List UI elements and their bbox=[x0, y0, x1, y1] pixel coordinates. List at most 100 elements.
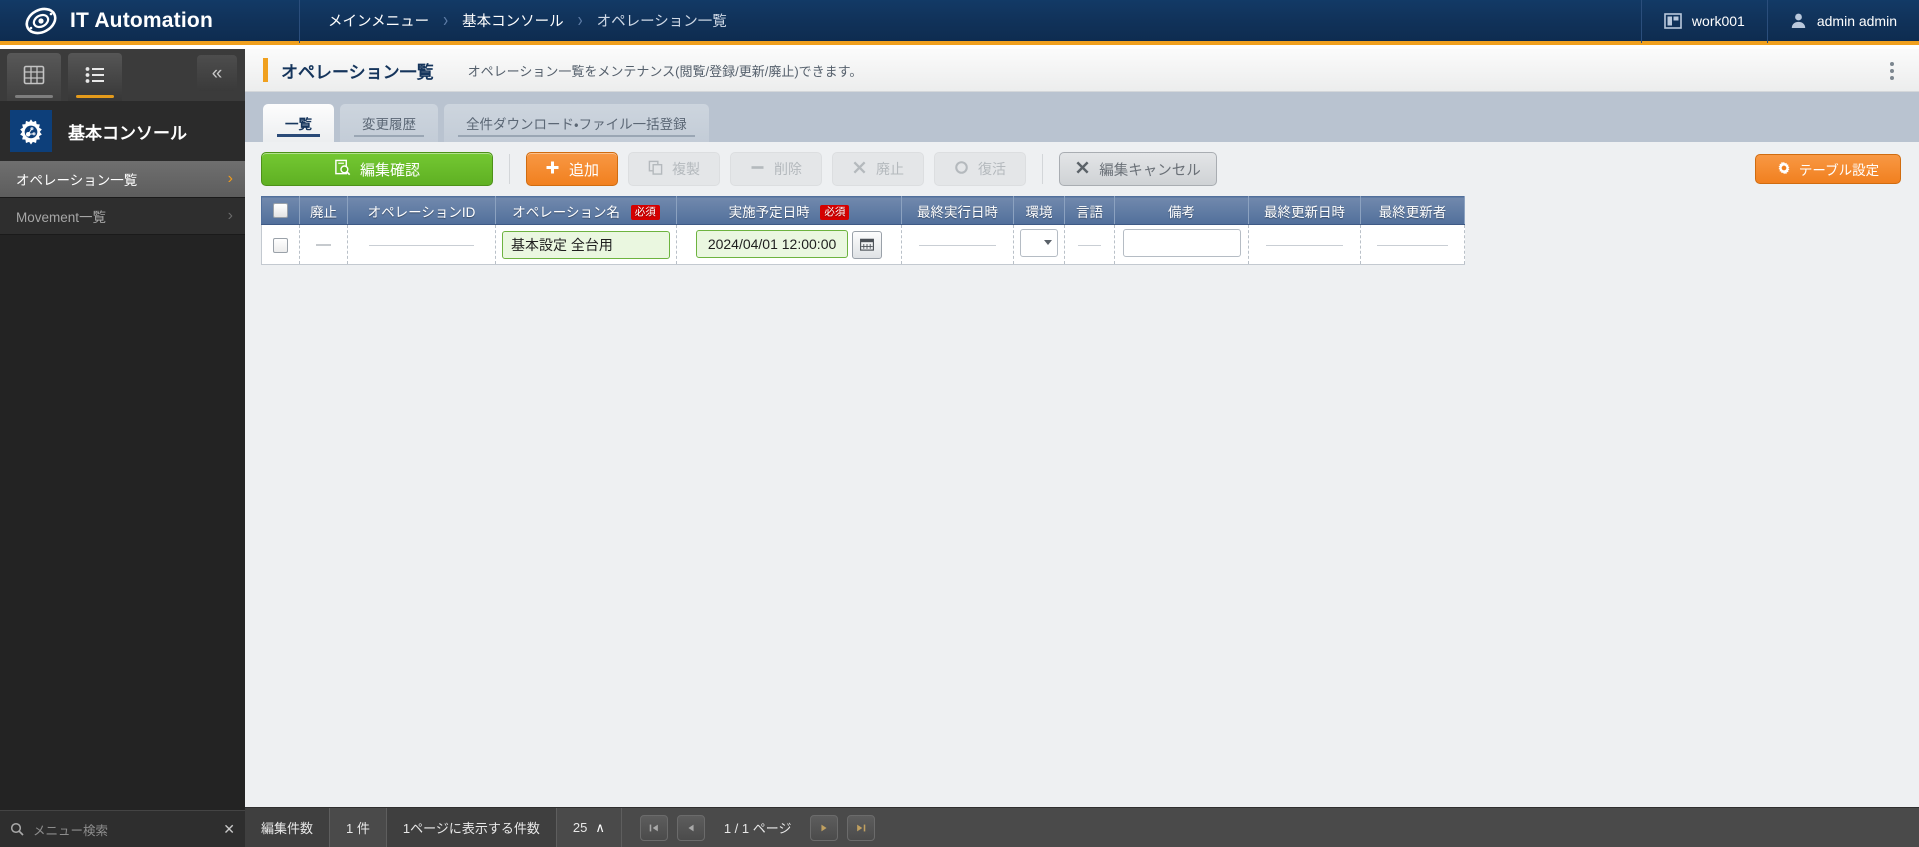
copy-icon bbox=[648, 160, 663, 178]
workspace-selector[interactable]: work001 bbox=[1640, 0, 1767, 43]
cell-language bbox=[1064, 224, 1115, 265]
cell-scheduled-datetime[interactable]: 2024/04/01 12:00:00 bbox=[676, 224, 902, 265]
next-page-icon[interactable] bbox=[810, 814, 839, 841]
column-header-last-update-datetime[interactable]: 最終更新日時 bbox=[1248, 196, 1361, 225]
column-header-last-updater[interactable]: 最終更新者 bbox=[1360, 196, 1465, 225]
prev-page-icon[interactable] bbox=[676, 814, 705, 841]
document-search-icon bbox=[334, 159, 351, 180]
per-page-selector[interactable]: 25 ∧ bbox=[556, 808, 622, 847]
chevron-right-icon: › bbox=[577, 9, 583, 32]
edit-count-value: 1 件 bbox=[330, 808, 387, 847]
column-label: 言語 bbox=[1076, 204, 1103, 220]
operation-list-table: 廃止 オペレーションID オペレーション名 必須 実施予定日時 必須 最終実行日 bbox=[261, 196, 1465, 265]
user-label: admin admin bbox=[1816, 12, 1897, 29]
chevron-right-icon: › bbox=[443, 9, 449, 32]
close-x-icon[interactable]: ✕ bbox=[223, 821, 235, 838]
confirm-edit-button[interactable]: 編集確認 bbox=[261, 152, 493, 186]
breadcrumb: メインメニュー › 基本コンソール › オペレーション一覧 bbox=[300, 0, 1641, 43]
page-indicator: 1 / 1 ページ bbox=[723, 821, 792, 836]
cancel-edit-button[interactable]: 編集キャンセル bbox=[1059, 152, 1217, 186]
gear-icon bbox=[1777, 161, 1791, 178]
breadcrumb-item-2[interactable]: オペレーション一覧 bbox=[597, 10, 727, 31]
user-menu[interactable]: admin admin bbox=[1766, 0, 1919, 43]
discontinue-button[interactable]: 廃止 bbox=[832, 152, 924, 186]
column-label: 最終更新日時 bbox=[1264, 204, 1345, 220]
column-header-abolish[interactable]: 廃止 bbox=[299, 196, 348, 225]
cell-operation-name[interactable]: 基本設定 全台用 bbox=[495, 224, 677, 265]
first-page-icon[interactable] bbox=[639, 814, 668, 841]
chevron-up-icon: ∧ bbox=[595, 819, 605, 835]
button-label: 削除 bbox=[774, 161, 802, 177]
select-all-checkbox[interactable] bbox=[273, 203, 288, 219]
breadcrumb-item-1[interactable]: 基本コンソール bbox=[462, 10, 564, 31]
duplicate-button[interactable]: 複製 bbox=[628, 152, 720, 186]
column-header-environment[interactable]: 環境 bbox=[1013, 196, 1065, 225]
breadcrumb-item-0[interactable]: メインメニュー bbox=[328, 10, 429, 31]
operation-name-input[interactable]: 基本設定 全台用 bbox=[502, 230, 670, 259]
header-right-area: work001 admin admin bbox=[1640, 0, 1919, 43]
cell-last-update-datetime bbox=[1248, 224, 1361, 265]
scheduled-datetime-input[interactable]: 2024/04/01 12:00:00 bbox=[696, 229, 849, 258]
cell-operation-id bbox=[347, 224, 496, 265]
person-icon bbox=[1790, 12, 1807, 29]
column-header-last-exec-datetime[interactable]: 最終実行日時 bbox=[901, 196, 1014, 225]
chevron-down-icon bbox=[1044, 240, 1052, 245]
sidebar-section-title: 基本コンソール bbox=[68, 123, 187, 143]
empty-value-line bbox=[918, 245, 997, 247]
calendar-icon[interactable] bbox=[851, 231, 882, 260]
per-page-label: 1ページに表示する件数 bbox=[386, 808, 557, 847]
column-label: オペレーション名 bbox=[512, 204, 620, 220]
sidebar-item-grid-view-tab[interactable] bbox=[7, 53, 61, 101]
column-label: オペレーションID bbox=[367, 204, 476, 220]
tab-list[interactable]: 一覧 bbox=[263, 104, 334, 142]
remarks-input[interactable] bbox=[1122, 229, 1241, 257]
tab-change-history[interactable]: 変更履歴 bbox=[340, 104, 438, 142]
button-label: テーブル設定 bbox=[1798, 163, 1880, 178]
sidebar-item-operation-list[interactable]: オペレーション一覧 › bbox=[0, 161, 245, 198]
column-header-language[interactable]: 言語 bbox=[1064, 196, 1115, 225]
per-page-value: 25 bbox=[572, 820, 588, 835]
tab-underline bbox=[277, 134, 320, 137]
abolish-value: — bbox=[316, 236, 331, 253]
menu-search-bar[interactable]: メニュー検索 ✕ bbox=[0, 810, 245, 847]
button-label: 廃止 bbox=[876, 161, 904, 177]
column-header-scheduled-datetime[interactable]: 実施予定日時 必須 bbox=[676, 196, 902, 225]
edit-count-label: 編集件数 bbox=[245, 808, 331, 847]
tab-label: 一覧 bbox=[285, 117, 312, 132]
column-header-check[interactable] bbox=[261, 196, 300, 225]
button-label: 編集確認 bbox=[359, 161, 420, 179]
button-label: 複製 bbox=[672, 161, 700, 177]
sidebar-item-list-view-tab[interactable] bbox=[68, 53, 122, 101]
environment-select[interactable] bbox=[1020, 229, 1058, 257]
delete-button[interactable]: 削除 bbox=[730, 152, 822, 186]
empty-value-line bbox=[368, 245, 475, 247]
column-label: 廃止 bbox=[310, 204, 337, 220]
title-accent-bar bbox=[263, 58, 268, 82]
row-checkbox[interactable] bbox=[273, 237, 288, 253]
kebab-menu-icon[interactable] bbox=[1881, 58, 1903, 84]
table-settings-button[interactable]: テーブル設定 bbox=[1755, 154, 1901, 184]
restore-button[interactable]: 復活 bbox=[934, 152, 1026, 186]
sidebar-collapse-button[interactable]: « bbox=[197, 55, 237, 91]
cell-remarks[interactable] bbox=[1114, 224, 1249, 265]
table-header-row: 廃止 オペレーションID オペレーション名 必須 実施予定日時 必須 最終実行日 bbox=[261, 196, 1465, 225]
brand-area[interactable]: IT Automation bbox=[0, 0, 300, 43]
tab-bulk-download-upload[interactable]: 全件ダウンロード・ファイル一括登録 bbox=[444, 104, 709, 142]
sidebar-item-movement-list[interactable]: Movement一覧 › bbox=[0, 198, 245, 235]
menu-search-input[interactable]: メニュー検索 bbox=[33, 820, 214, 839]
cell-environment[interactable] bbox=[1013, 224, 1065, 265]
cell-row-checkbox[interactable] bbox=[261, 224, 300, 265]
cell-last-updater bbox=[1360, 224, 1465, 265]
gear-network-icon bbox=[10, 110, 52, 152]
circle-icon bbox=[954, 160, 969, 178]
column-header-remarks[interactable]: 備考 bbox=[1114, 196, 1249, 225]
grid-icon bbox=[22, 63, 46, 92]
table-row[interactable]: — 基本設定 全台用 2024/04/01 12:00:00 bbox=[261, 224, 1465, 265]
last-page-icon[interactable] bbox=[847, 814, 876, 841]
add-button[interactable]: 追加 bbox=[526, 152, 618, 186]
column-header-operation-name[interactable]: オペレーション名 必須 bbox=[495, 196, 677, 225]
column-header-operation-id[interactable]: オペレーションID bbox=[347, 196, 496, 225]
column-label: 最終更新者 bbox=[1378, 204, 1447, 220]
page-header: オペレーション一覧 オペレーション一覧をメンテナンス(閲覧/登録/更新/廃止)で… bbox=[245, 49, 1919, 92]
content-tabs: 一覧 変更履歴 全件ダウンロード・ファイル一括登録 bbox=[245, 92, 1919, 142]
